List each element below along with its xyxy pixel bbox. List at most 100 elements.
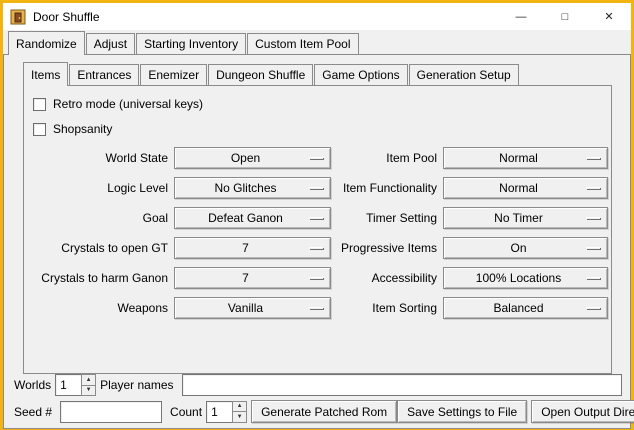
timer-setting-label: Timer Setting (337, 207, 437, 229)
accessibility-dropdown[interactable]: 100% Locations (443, 267, 608, 289)
count-input[interactable] (206, 401, 232, 423)
items-tab-panel: Retro mode (universal keys) Shopsanity W… (23, 85, 612, 374)
outer-tab-bar: Randomize Adjust Starting Inventory Cust… (3, 30, 631, 54)
retro-mode-row: Retro mode (universal keys) (33, 96, 601, 112)
tab-adjust[interactable]: Adjust (86, 33, 135, 54)
crystals-gt-value: 7 (242, 241, 249, 255)
crystals-gt-dropdown[interactable]: 7 (174, 237, 331, 259)
worlds-label: Worlds (14, 378, 51, 392)
tab-generation-setup[interactable]: Generation Setup (409, 64, 519, 85)
app-window: Door Shuffle — □ ✕ Randomize Adjust Star… (0, 0, 634, 430)
item-pool-dropdown[interactable]: Normal (443, 147, 608, 169)
dropdown-indicator-icon (309, 187, 323, 189)
options-grid: World State Open Item Pool Normal Logic … (34, 147, 601, 319)
world-state-label: World State (34, 147, 168, 169)
accessibility-value: 100% Locations (476, 271, 561, 285)
retro-mode-label: Retro mode (universal keys) (53, 97, 203, 111)
goal-value: Defeat Ganon (208, 211, 283, 225)
randomize-tab-panel: Items Entrances Enemizer Dungeon Shuffle… (3, 54, 631, 429)
shopsanity-label: Shopsanity (53, 122, 112, 136)
player-names-label: Player names (100, 378, 173, 392)
goal-dropdown[interactable]: Defeat Ganon (174, 207, 331, 229)
tab-starting-inventory[interactable]: Starting Inventory (136, 33, 246, 54)
logic-level-label: Logic Level (34, 177, 168, 199)
generate-patched-rom-button[interactable]: Generate Patched Rom (251, 400, 397, 423)
accessibility-label: Accessibility (337, 267, 437, 289)
count-label: Count (170, 405, 202, 419)
count-spin-arrows: ▲ ▼ (232, 401, 247, 423)
goal-label: Goal (34, 207, 168, 229)
tab-custom-item-pool[interactable]: Custom Item Pool (247, 33, 358, 54)
worlds-spin-arrows: ▲ ▼ (81, 374, 96, 396)
world-state-dropdown[interactable]: Open (174, 147, 331, 169)
dropdown-indicator-icon (586, 217, 600, 219)
tab-randomize[interactable]: Randomize (8, 31, 85, 55)
minimize-button[interactable]: — (499, 3, 543, 30)
tab-items[interactable]: Items (23, 62, 68, 86)
weapons-dropdown[interactable]: Vanilla (174, 297, 331, 319)
window-controls: — □ ✕ (499, 3, 631, 30)
dropdown-indicator-icon (309, 217, 323, 219)
seed-row: Seed # Count ▲ ▼ Generate Patched Rom Sa… (14, 400, 622, 423)
progressive-items-value: On (510, 241, 526, 255)
tab-enemizer[interactable]: Enemizer (140, 64, 207, 85)
tab-game-options[interactable]: Game Options (314, 64, 407, 85)
seed-input[interactable] (60, 401, 162, 423)
crystals-ganon-dropdown[interactable]: 7 (174, 267, 331, 289)
dropdown-indicator-icon (586, 247, 600, 249)
shopsanity-checkbox[interactable] (33, 123, 46, 136)
crystals-gt-label: Crystals to open GT (34, 237, 168, 259)
spin-up-icon[interactable]: ▲ (232, 401, 247, 413)
worlds-input[interactable] (55, 374, 81, 396)
spin-up-icon[interactable]: ▲ (81, 374, 96, 386)
item-sorting-dropdown[interactable]: Balanced (443, 297, 608, 319)
retro-mode-checkbox[interactable] (33, 98, 46, 111)
timer-setting-dropdown[interactable]: No Timer (443, 207, 608, 229)
item-pool-value: Normal (499, 151, 538, 165)
player-names-input[interactable] (182, 374, 623, 396)
dropdown-indicator-icon (309, 277, 323, 279)
dropdown-indicator-icon (586, 307, 600, 309)
inner-notebook: Items Entrances Enemizer Dungeon Shuffle… (23, 61, 612, 374)
item-sorting-value: Balanced (493, 301, 543, 315)
crystals-ganon-value: 7 (242, 271, 249, 285)
app-icon (10, 9, 26, 25)
footer: Worlds ▲ ▼ Player names Seed # Count (10, 374, 624, 423)
worlds-spinner: ▲ ▼ (55, 374, 96, 396)
dropdown-indicator-icon (309, 247, 323, 249)
item-pool-label: Item Pool (337, 147, 437, 169)
open-output-directory-button[interactable]: Open Output Directory (531, 400, 634, 423)
dropdown-indicator-icon (586, 187, 600, 189)
dropdown-indicator-icon (586, 277, 600, 279)
dropdown-indicator-icon (309, 307, 323, 309)
weapons-label: Weapons (34, 297, 168, 319)
spin-down-icon[interactable]: ▼ (232, 412, 247, 423)
titlebar: Door Shuffle — □ ✕ (3, 3, 631, 30)
tab-entrances[interactable]: Entrances (69, 64, 139, 85)
item-sorting-label: Item Sorting (337, 297, 437, 319)
shopsanity-row: Shopsanity (33, 121, 601, 137)
close-button[interactable]: ✕ (587, 3, 631, 30)
logic-level-value: No Glitches (214, 181, 276, 195)
save-settings-button[interactable]: Save Settings to File (397, 400, 527, 423)
tab-dungeon-shuffle[interactable]: Dungeon Shuffle (208, 64, 313, 85)
logic-level-dropdown[interactable]: No Glitches (174, 177, 331, 199)
window-title: Door Shuffle (33, 10, 100, 24)
weapons-value: Vanilla (228, 301, 263, 315)
progressive-items-dropdown[interactable]: On (443, 237, 608, 259)
world-state-value: Open (231, 151, 260, 165)
maximize-button[interactable]: □ (543, 3, 587, 30)
progressive-items-label: Progressive Items (337, 237, 437, 259)
item-functionality-label: Item Functionality (337, 177, 437, 199)
item-functionality-value: Normal (499, 181, 538, 195)
spin-down-icon[interactable]: ▼ (81, 386, 96, 397)
dropdown-indicator-icon (586, 157, 600, 159)
count-spinner: ▲ ▼ (206, 401, 247, 423)
inner-tab-bar: Items Entrances Enemizer Dungeon Shuffle… (23, 61, 612, 85)
worlds-row: Worlds ▲ ▼ Player names (14, 374, 622, 396)
dropdown-indicator-icon (309, 157, 323, 159)
crystals-ganon-label: Crystals to harm Ganon (34, 267, 168, 289)
timer-setting-value: No Timer (494, 211, 543, 225)
item-functionality-dropdown[interactable]: Normal (443, 177, 608, 199)
seed-label: Seed # (14, 405, 52, 419)
